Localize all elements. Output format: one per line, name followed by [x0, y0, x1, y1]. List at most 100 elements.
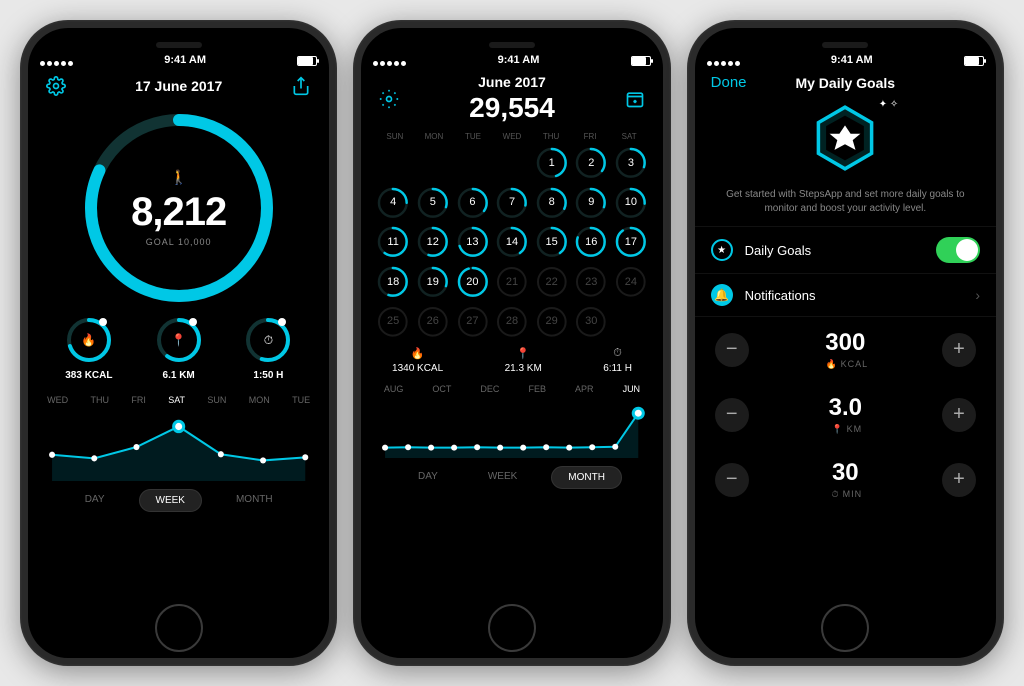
settings-icon[interactable] — [44, 74, 68, 98]
calendar-day-2[interactable]: 2 — [573, 145, 609, 181]
increment-button[interactable]: + — [942, 463, 976, 497]
calendar-day-7[interactable]: 7 — [494, 185, 530, 221]
calendar-icon[interactable] — [623, 87, 647, 111]
setting-label: Notifications — [745, 288, 816, 303]
month-apr[interactable]: APR — [575, 384, 594, 394]
toggle-day[interactable]: DAY — [402, 466, 454, 489]
calendar-day-27[interactable]: 27 — [455, 304, 491, 340]
calendar-day-3[interactable]: 3 — [613, 145, 649, 181]
decrement-button[interactable]: − — [715, 398, 749, 432]
settings-icon[interactable] — [377, 87, 401, 111]
status-time: 9:41 AM — [488, 54, 548, 66]
month-stat-value: 6:11 H — [603, 363, 632, 374]
toggle-week[interactable]: WEEK — [139, 489, 202, 512]
calendar-day-12[interactable]: 12 — [415, 224, 451, 260]
mini-ring-route[interactable]: 📍 6.1 KM — [155, 316, 203, 381]
increment-button[interactable]: + — [942, 398, 976, 432]
calendar-day-13[interactable]: 13 — [455, 224, 491, 260]
month-stats: 🔥 1340 KCAL 📍 21.3 KM ⏱ 6:11 H — [361, 347, 662, 374]
stepper-kcal: − 300 🔥KCAL + — [695, 317, 996, 382]
calendar-day-25[interactable]: 25 — [375, 304, 411, 340]
screen-monthly: 9:41 AM June 2017 29,554 SUNMONTUEWEDTHU… — [361, 28, 662, 658]
status-bar: 9:41 AM — [695, 28, 996, 68]
goals-copy: Get started with StepsApp and set more d… — [725, 188, 966, 216]
star-icon: ★ — [717, 245, 726, 256]
weekday-wed[interactable]: WED — [47, 395, 68, 405]
month-oct[interactable]: OCT — [432, 384, 451, 394]
calendar-day-19[interactable]: 19 — [415, 264, 451, 300]
setting-label: Daily Goals — [745, 243, 811, 258]
toggle-week[interactable]: WEEK — [472, 466, 533, 489]
toggle-day[interactable]: DAY — [69, 489, 121, 512]
timer-icon: ⏱ — [603, 347, 632, 360]
calendar-day-26[interactable]: 26 — [415, 304, 451, 340]
month-aug[interactable]: AUG — [384, 384, 404, 394]
calendar-day-16[interactable]: 16 — [573, 224, 609, 260]
page-title: My Daily Goals — [747, 75, 944, 91]
decrement-button[interactable]: − — [715, 463, 749, 497]
calendar-day-24[interactable]: 24 — [613, 264, 649, 300]
month-dec[interactable]: DEC — [480, 384, 499, 394]
flame-icon: 🔥 — [825, 359, 837, 369]
weekday-tue[interactable]: TUE — [292, 395, 310, 405]
month-stat-timer: ⏱ 6:11 H — [603, 347, 632, 374]
calendar-day-1[interactable]: 1 — [534, 145, 570, 181]
calendar-day-11[interactable]: 11 — [375, 224, 411, 260]
weekday-sun[interactable]: SUN — [207, 395, 226, 405]
calendar-day-29[interactable]: 29 — [534, 304, 570, 340]
calendar-day-6[interactable]: 6 — [455, 185, 491, 221]
done-button[interactable]: Done — [711, 74, 747, 91]
month-stat-value: 21.3 KM — [505, 363, 542, 374]
mini-ring-label: 383 KCAL — [65, 370, 112, 381]
calendar-day-9[interactable]: 9 — [573, 185, 609, 221]
calendar-day-20[interactable]: 20 — [455, 264, 491, 300]
weekday-fri[interactable]: FRI — [131, 395, 146, 405]
weekday-strip: WED THU FRI SAT SUN MON TUE — [28, 395, 329, 405]
settings-list: ★ Daily Goals 🔔 Notifications › — [695, 226, 996, 317]
calendar-day-28[interactable]: 28 — [494, 304, 530, 340]
month-feb[interactable]: FEB — [528, 384, 546, 394]
mini-ring-flame[interactable]: 🔥 383 KCAL — [65, 316, 113, 381]
phone-daily: 9:41 AM 17 June 2017 🚶 8,212 GOAL 10,000 — [20, 20, 337, 666]
weekday-mon[interactable]: MON — [249, 395, 270, 405]
calendar-day-8[interactable]: 8 — [534, 185, 570, 221]
calendar-day-15[interactable]: 15 — [534, 224, 570, 260]
phone-goals: 9:41 AM Done My Daily Goals ✦ ✧ Get star… — [687, 20, 1004, 666]
stepper-unit: 🔥KCAL — [822, 359, 868, 370]
month-stat-value: 1340 KCAL — [392, 363, 443, 374]
increment-button[interactable]: + — [942, 333, 976, 367]
status-bar: 9:41 AM — [28, 28, 329, 68]
toggle-switch[interactable] — [936, 237, 980, 263]
setting-notifications[interactable]: 🔔 Notifications › — [695, 273, 996, 317]
stepper-unit: 📍KM — [828, 424, 862, 435]
calendar-day-21[interactable]: 21 — [494, 264, 530, 300]
stepper-unit: ⏱MIN — [829, 489, 863, 500]
status-bar: 9:41 AM — [361, 28, 662, 68]
month-jun[interactable]: JUN — [623, 384, 641, 394]
route-icon: 📍 — [831, 424, 843, 434]
weekday-sat[interactable]: SAT — [168, 395, 185, 405]
month-stat-flame: 🔥 1340 KCAL — [392, 347, 443, 374]
decrement-button[interactable]: − — [715, 333, 749, 367]
calendar-day-30[interactable]: 30 — [573, 304, 609, 340]
calendar-day-17[interactable]: 17 — [613, 224, 649, 260]
cal-head-sun: SUN — [375, 132, 414, 141]
setting-daily goals[interactable]: ★ Daily Goals — [695, 226, 996, 273]
calendar-day-14[interactable]: 14 — [494, 224, 530, 260]
calendar-day-23[interactable]: 23 — [573, 264, 609, 300]
weekday-thu[interactable]: THU — [91, 395, 110, 405]
calendar-day-4[interactable]: 4 — [375, 185, 411, 221]
calendar-day-18[interactable]: 18 — [375, 264, 411, 300]
mini-rings: 🔥 383 KCAL 📍 6.1 KM — [28, 316, 329, 381]
stepper-value: 30 — [829, 459, 863, 487]
toggle-month[interactable]: MONTH — [551, 466, 622, 489]
mini-ring-timer[interactable]: ⏱ 1:50 H — [244, 316, 292, 381]
toggle-month[interactable]: MONTH — [220, 489, 289, 512]
weekly-sparkline — [38, 409, 319, 481]
stepper-km: − 3.0 📍KM + — [695, 382, 996, 447]
calendar-day-5[interactable]: 5 — [415, 185, 451, 221]
share-icon[interactable] — [289, 74, 313, 98]
chevron-right-icon[interactable]: › — [975, 287, 980, 303]
calendar-day-22[interactable]: 22 — [534, 264, 570, 300]
calendar-day-10[interactable]: 10 — [613, 185, 649, 221]
